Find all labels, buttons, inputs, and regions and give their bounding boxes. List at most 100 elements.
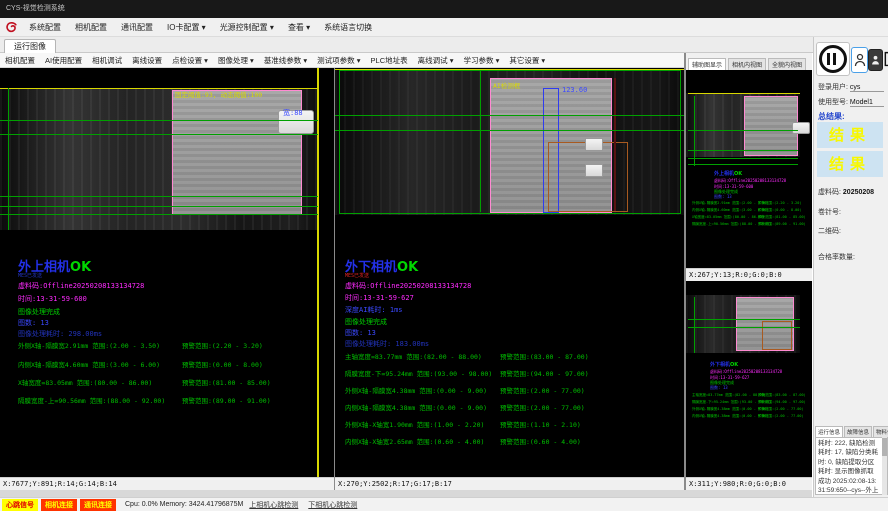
ai-time-line: 深度AI耗时: 1ms xyxy=(345,305,403,315)
log-tab-material-info[interactable]: 物料信息 xyxy=(873,426,888,437)
aux-tab-helper-view[interactable]: 辅助图显示 xyxy=(688,58,726,70)
camera-result-title: 外下相机OK xyxy=(710,361,738,368)
status-bar: 心跳信号 相机连接 通讯连接 Cpu: 0.0% Memory: 3424.41… xyxy=(0,497,888,511)
tab-run-image[interactable]: 运行图像 xyxy=(4,39,56,53)
measurement-text: 主轴宽度=83.77mm 范围:(82.00 - 88.00) xyxy=(345,351,482,361)
process-time-line: 图像处理耗时: 298.00ms xyxy=(18,329,102,339)
tool-offline-debug[interactable]: 离线调试 ▾ xyxy=(413,55,459,66)
measurement-row: 隔膜宽度-上=90.56mm 范围:(88.00 - 92.00) 预警范围:(… xyxy=(686,222,812,232)
time-line: 时间:13-31-59-600 xyxy=(18,294,87,304)
measurement-warn: 预警范围:(0.60 - 4.00) xyxy=(500,436,581,446)
tool-baseline-params[interactable]: 基准线参数 ▾ xyxy=(259,55,312,66)
mes-status: MES已发送 xyxy=(345,272,369,279)
pixel-coord-bar: X:7677;Y:891;R:14;G:14;B:14 xyxy=(0,477,334,490)
aux-view-upper[interactable]: 外上相机OK 虚料码:Offline20250208133134728 时间:1… xyxy=(686,70,812,268)
menu-item-comm-config[interactable]: 通讯配置 xyxy=(114,22,160,33)
pause-icon xyxy=(819,45,847,73)
pixel-coord-bar: X:267;Y:13;R:0;G:0;B:0 xyxy=(686,268,812,281)
measurement-row: 主轴宽度=83.77mm 范围:(82.00 - 88.00) 预警范围:(83… xyxy=(335,351,684,361)
tool-learn-params[interactable]: 学习参数 ▾ xyxy=(458,55,504,66)
measurement-warn: 预警范围:(94.00 - 97.00) xyxy=(500,368,589,378)
measurement-text: 内侧X轴-隔膜宽4.38mm 范围:(0.00 - 9.00) xyxy=(692,414,768,419)
tool-offline-setting[interactable]: 离线设置 xyxy=(127,55,167,66)
menu-item-system-config[interactable]: 系统配置 xyxy=(22,22,68,33)
result-ok-badge: OK xyxy=(734,171,742,177)
threshold-overlay-label: 固定阈值:93, 动态阈值:100 xyxy=(175,89,262,99)
green-measure-line xyxy=(0,206,318,207)
needle-field: 卷针号: xyxy=(818,207,841,217)
lower-camera-heartbeat-check[interactable]: 下相机心跳检测 xyxy=(308,500,357,510)
log-area[interactable]: 耗时: 222, 缺陷检测耗时: 17, 缺陷分类耗时: 0, 缺陷提取分区耗时… xyxy=(815,437,888,495)
tool-plc-table[interactable]: PLC地址表 xyxy=(366,55,413,66)
pass-count-field: 合格率数量: xyxy=(818,252,855,262)
log-scrollbar[interactable] xyxy=(882,437,887,495)
user-icon xyxy=(854,53,866,67)
pause-button[interactable] xyxy=(816,42,850,76)
log-tab-fault-info[interactable]: 故障信息 xyxy=(844,426,872,437)
green-measure-line xyxy=(0,196,318,197)
frame-count-line: 图数: 13 xyxy=(714,194,732,200)
measurement-warn: 预警范围:(89.00 - 91.00) xyxy=(182,395,271,405)
aux-view-lower[interactable]: 外下相机OK 虚料码:Offline20250208133134728 时间:1… xyxy=(686,281,812,477)
admin-button[interactable] xyxy=(868,49,883,71)
heartbeat-badge: 心跳信号 xyxy=(2,499,38,511)
admin-icon xyxy=(871,54,880,66)
time-line: 时间:13-31-59-627 xyxy=(345,293,414,303)
camera-view-outer-lower[interactable]: AI检测框 123.60 外下相机OK MES已发送 虚料码:Offline20… xyxy=(335,68,684,477)
measurement-text: 外侧X轴-X轴宽1.90mm 范围:(1.00 - 2.20) xyxy=(345,419,484,429)
clip-object xyxy=(585,164,603,177)
measurement-warn: 预警范围:(1.10 - 2.10) xyxy=(500,419,581,429)
measurement-row: 内侧X轴-隔膜宽4.60mm 范围:(3.00 - 6.00) 预警范围:(0.… xyxy=(0,359,334,369)
tool-test-params[interactable]: 测试项参数 ▾ xyxy=(312,55,365,66)
measurement-row: 外侧X轴-X轴宽1.90mm 范围:(1.00 - 2.20) 预警范围:(1.… xyxy=(335,419,684,429)
barcode-line: 虚料码:Offline20250208133134728 xyxy=(345,281,471,291)
tool-camera-config[interactable]: 相机配置 xyxy=(0,55,40,66)
login-user-value[interactable]: cys xyxy=(850,84,884,92)
model-value[interactable]: Model1 xyxy=(850,99,884,107)
log-scrollbar-thumb[interactable] xyxy=(882,438,887,456)
green-measure-line xyxy=(0,134,318,135)
user-button[interactable] xyxy=(851,47,868,73)
measurement-text: 内侧X轴-隔膜宽4.38mm 范围:(0.00 - 9.00) xyxy=(345,402,487,412)
measurement-warn: 预警范围:(2.00 - 77.00) xyxy=(500,385,585,395)
menu-item-light-config[interactable]: 光源控制配置 ▾ xyxy=(213,22,281,33)
comm-link-badge: 通讯连接 xyxy=(80,499,116,511)
measurement-text: 内侧X轴-隔膜宽4.60mm 范围:(3.00 - 6.00) xyxy=(18,359,160,369)
menu-item-language[interactable]: 系统语言切换 xyxy=(317,22,379,33)
log-tab-run-info[interactable]: 运行信息 xyxy=(815,426,843,437)
yellow-guide-line xyxy=(0,88,318,89)
tool-image-process[interactable]: 图像处理 ▾ xyxy=(213,55,259,66)
control-panel: 登录用户: cys 使用型号: Model1 总结果: 结果 结果 虚料码: 2… xyxy=(813,37,888,497)
total-result-label: 总结果: xyxy=(818,111,845,122)
measurement-warn: 预警范围:(2.20 - 3.20) xyxy=(758,201,802,206)
green-measure-line xyxy=(688,164,798,165)
tool-spotcheck-setting[interactable]: 点检设置 ▾ xyxy=(167,55,213,66)
tool-camera-debug[interactable]: 相机调试 xyxy=(87,55,127,66)
clip-object xyxy=(792,122,810,134)
ai-box-overlay-label: AI检测框 xyxy=(493,80,520,90)
menu-item-camera-config[interactable]: 相机配置 xyxy=(68,22,114,33)
menu-item-view[interactable]: 查看 ▾ xyxy=(281,22,317,33)
clip-object xyxy=(585,138,603,151)
camera-view-outer-upper[interactable]: 固定阈值:93, 动态阈值:100 宽:88 外上相机OK MES已发送 虚料码… xyxy=(0,68,334,477)
orange-roi-rect xyxy=(548,142,628,212)
login-user-field: 登录用户: cys xyxy=(818,82,884,92)
process-time-line: 图像处理耗时: 183.00ms xyxy=(345,339,429,349)
menu-item-io-config[interactable]: IO卡配置 ▾ xyxy=(160,22,213,33)
measurement-warn: 预警范围:(89.00 - 91.00) xyxy=(758,222,806,227)
batch-code-value: 20250208 xyxy=(843,189,874,196)
measurement-row: 外侧X轴-隔膜宽4.38mm 范围:(0.00 - 9.00) 预警范围:(2.… xyxy=(335,385,684,395)
aux-tab-inner-camera-view[interactable]: 相机内视图 xyxy=(728,58,766,70)
tool-ai-config[interactable]: AI使用配置 xyxy=(40,55,87,66)
exit-button[interactable] xyxy=(883,47,888,71)
green-measure-line xyxy=(0,214,318,215)
result-ok-badge: OK xyxy=(397,260,418,275)
measurement-warn: 预警范围:(81.00 - 85.00) xyxy=(182,377,271,387)
green-measure-line xyxy=(688,327,800,328)
measurement-text: 内侧X轴-隔膜宽4.60mm 范围:(3.00 - 6.00) xyxy=(692,208,768,213)
green-measure-line xyxy=(688,158,798,159)
upper-camera-heartbeat-check[interactable]: 上相机心跳检测 xyxy=(249,500,298,510)
tool-other-setting[interactable]: 其它设置 ▾ xyxy=(504,55,550,66)
aux-tab-full-view[interactable]: 全貌内视图 xyxy=(768,58,806,70)
frame-count-line: 图数: 13 xyxy=(18,318,49,328)
